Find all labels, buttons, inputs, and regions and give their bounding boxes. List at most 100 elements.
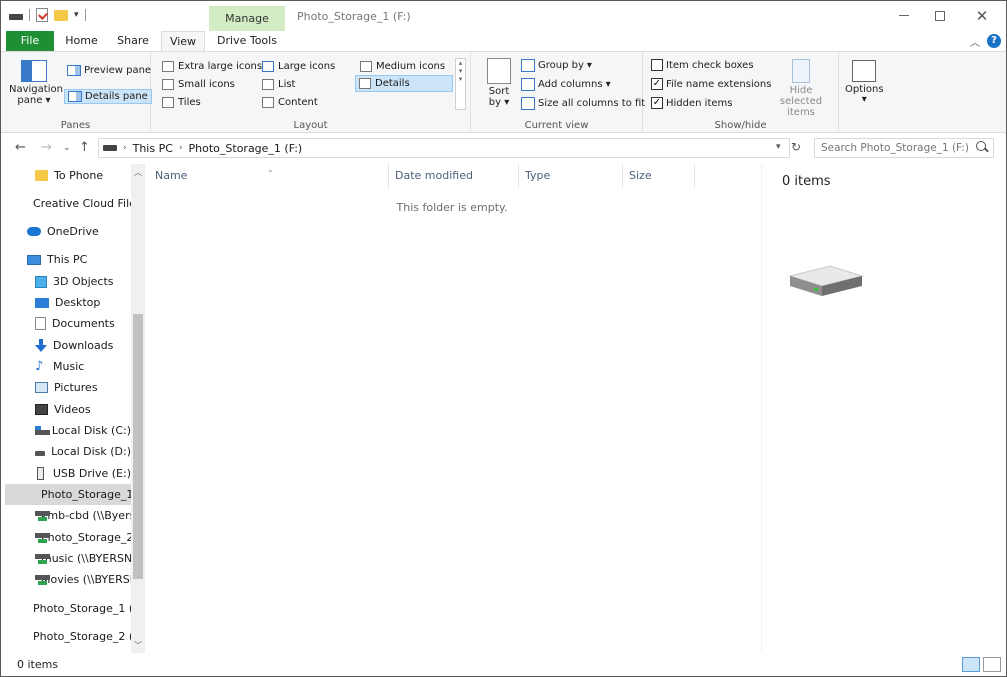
column-header-date-modified[interactable]: Date modified bbox=[389, 164, 519, 188]
item-check-boxes-checkbox[interactable] bbox=[651, 59, 663, 71]
nav-item-downloads[interactable]: Downloads bbox=[5, 335, 131, 356]
nav-item-movies-nas[interactable]: Movies (\\BYERSNAS) bbox=[5, 569, 131, 590]
forward-button[interactable]: → bbox=[41, 140, 52, 155]
large-icons-label: Large icons bbox=[278, 61, 336, 72]
nav-item-local-disk-c[interactable]: Local Disk (C:) bbox=[5, 420, 131, 441]
details-pane-button[interactable]: Details pane bbox=[64, 89, 152, 104]
nav-item-3d-objects[interactable]: 3D Objects bbox=[5, 271, 131, 292]
nav-item-pictures[interactable]: Pictures bbox=[5, 377, 131, 398]
nav-item-music[interactable]: ♪ Music bbox=[5, 356, 131, 377]
group-by-button[interactable]: Group by ▾ bbox=[521, 59, 592, 72]
column-header-type[interactable]: Type bbox=[519, 164, 623, 188]
nav-item-label: To Phone bbox=[54, 169, 104, 182]
details-pane-label: Details pane bbox=[85, 91, 148, 102]
properties-icon[interactable] bbox=[36, 8, 48, 22]
search-input[interactable] bbox=[814, 138, 994, 158]
up-button[interactable]: ↑ bbox=[79, 140, 90, 155]
large-icons-view-button[interactable] bbox=[983, 657, 1001, 672]
panes-group-label: Panes bbox=[60, 120, 91, 131]
column-header-size[interactable]: Size bbox=[623, 164, 695, 188]
nav-item-onedrive[interactable]: OneDrive bbox=[5, 221, 131, 242]
nav-item-to-phone[interactable]: To Phone bbox=[5, 165, 131, 186]
drive-icon bbox=[35, 451, 46, 456]
add-columns-label: Add columns bbox=[538, 79, 603, 90]
tab-manage[interactable]: Manage bbox=[209, 6, 285, 31]
nav-item-creative-cloud[interactable]: Creative Cloud Files bbox=[5, 193, 131, 214]
recent-locations-button[interactable]: ⌄ bbox=[63, 143, 71, 153]
close-button[interactable]: ✕ bbox=[961, 1, 1003, 31]
minimize-ribbon-button[interactable]: ︿ bbox=[970, 34, 980, 49]
address-bar[interactable]: › This PC › Photo_Storage_1 (F:) bbox=[98, 138, 790, 158]
column-header-name[interactable]: Name ⌃ bbox=[149, 164, 389, 188]
nav-item-kmb-cbd[interactable]: kmb-cbd (\\ByersNAS) bbox=[5, 505, 131, 526]
column-name-label: Name bbox=[155, 169, 188, 182]
preview-pane-button[interactable]: Preview pane bbox=[67, 65, 151, 76]
back-button[interactable]: ← bbox=[15, 140, 26, 155]
nav-item-label: Local Disk (D:) bbox=[51, 445, 131, 458]
nav-item-documents[interactable]: Documents bbox=[5, 313, 131, 334]
file-name-extensions-toggle[interactable]: ✓ File name extensions bbox=[651, 78, 771, 90]
nav-item-this-pc[interactable]: This PC bbox=[5, 249, 131, 270]
title-bar: ▾ Manage Photo_Storage_1 (F:) ✕ bbox=[1, 1, 1006, 31]
tab-file[interactable]: File bbox=[6, 31, 54, 51]
nav-item-local-disk-d[interactable]: Local Disk (D:) bbox=[5, 441, 131, 462]
new-folder-icon[interactable] bbox=[54, 9, 68, 21]
breadcrumb-current[interactable]: Photo_Storage_1 (F:) bbox=[189, 142, 303, 155]
maximize-button[interactable] bbox=[919, 1, 961, 31]
search-icon[interactable] bbox=[976, 141, 986, 151]
file-name-extensions-checkbox[interactable]: ✓ bbox=[651, 78, 663, 90]
maximize-icon bbox=[935, 10, 945, 21]
drive-icon bbox=[103, 145, 117, 151]
large-icons-option[interactable]: Large icons bbox=[259, 58, 338, 75]
details-option[interactable]: Details bbox=[355, 75, 453, 92]
nav-item-photo-storage-1[interactable]: Photo_Storage_1 (F:) bbox=[5, 484, 131, 505]
tiles-option[interactable]: Tiles bbox=[159, 94, 204, 111]
tab-view[interactable]: View bbox=[161, 31, 205, 52]
tab-share[interactable]: Share bbox=[111, 31, 155, 51]
nav-item-desktop[interactable]: Desktop bbox=[5, 292, 131, 313]
nav-item-photo-storage-2[interactable]: Photo_Storage_2 (G:) bbox=[5, 527, 131, 548]
status-bar: 0 items bbox=[1, 654, 1006, 676]
help-icon[interactable]: ? bbox=[987, 34, 1001, 48]
hidden-items-checkbox[interactable]: ✓ bbox=[651, 97, 663, 109]
file-list[interactable]: Name ⌃ Date modified Type Size This fold… bbox=[149, 164, 759, 653]
tab-home[interactable]: Home bbox=[59, 31, 104, 51]
sort-by-button[interactable]: Sort by ▾ bbox=[485, 58, 513, 108]
list-option[interactable]: List bbox=[259, 76, 298, 93]
scroll-down-icon[interactable]: ▾ bbox=[456, 67, 465, 75]
details-view-button[interactable] bbox=[962, 657, 980, 672]
hidden-items-toggle[interactable]: ✓ Hidden items bbox=[651, 97, 732, 109]
extra-large-icons-option[interactable]: Extra large icons bbox=[159, 58, 265, 75]
nav-item-photo-storage-1-root[interactable]: Photo_Storage_1 (F:) bbox=[5, 598, 131, 619]
nav-item-usb-drive[interactable]: USB Drive (E:) bbox=[5, 463, 131, 484]
nav-item-videos[interactable]: Videos bbox=[5, 399, 131, 420]
nav-scrollbar[interactable]: ︿ ﹀ bbox=[131, 164, 145, 653]
nav-item-music-nas[interactable]: music (\\BYERSNAS) bbox=[5, 548, 131, 569]
address-dropdown-icon[interactable]: ▾ bbox=[776, 142, 781, 152]
customize-qat-icon[interactable]: ▾ bbox=[74, 10, 79, 20]
medium-icons-option[interactable]: Medium icons bbox=[357, 58, 448, 75]
item-check-boxes-toggle[interactable]: Item check boxes bbox=[651, 59, 754, 71]
scroll-up-icon[interactable]: ▴ bbox=[456, 59, 465, 67]
chevron-right-icon[interactable]: › bbox=[123, 143, 127, 153]
expand-gallery-icon[interactable]: ▾ bbox=[456, 75, 465, 83]
add-columns-button[interactable]: Add columns ▾ bbox=[521, 78, 611, 91]
navigation-pane-button[interactable]: Navigation pane ▾ bbox=[9, 60, 63, 106]
breadcrumb-this-pc[interactable]: This PC bbox=[133, 142, 173, 155]
scroll-down-icon[interactable]: ﹀ bbox=[134, 640, 142, 651]
details-item-count: 0 items bbox=[782, 174, 831, 189]
scroll-up-icon[interactable]: ︿ bbox=[134, 167, 142, 178]
nav-scroll-thumb[interactable] bbox=[133, 314, 143, 579]
hide-selected-items-icon bbox=[792, 59, 810, 83]
hide-selected-items-button[interactable]: Hide selected items bbox=[769, 59, 833, 118]
chevron-right-icon[interactable]: › bbox=[179, 143, 183, 153]
group-show-hide: Item check boxes ✓ File name extensions … bbox=[643, 52, 839, 133]
layout-gallery-scroll[interactable]: ▴ ▾ ▾ bbox=[455, 58, 466, 110]
refresh-icon[interactable]: ↻ bbox=[791, 140, 801, 154]
nav-item-photo-storage-2-root[interactable]: Photo_Storage_2 (G:) bbox=[5, 626, 131, 647]
tab-drive-tools[interactable]: Drive Tools bbox=[211, 31, 283, 51]
small-icons-option[interactable]: Small icons bbox=[159, 76, 238, 93]
options-button[interactable]: Options ▾ bbox=[845, 60, 884, 105]
content-option[interactable]: Content bbox=[259, 94, 321, 111]
size-all-columns-button[interactable]: Size all columns to fit bbox=[521, 97, 645, 110]
